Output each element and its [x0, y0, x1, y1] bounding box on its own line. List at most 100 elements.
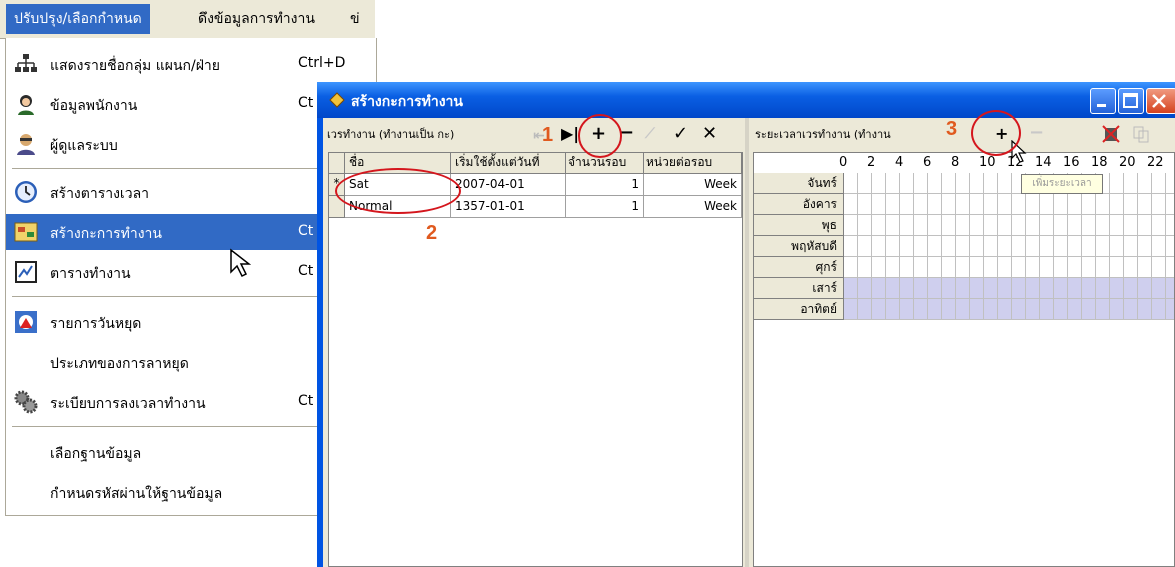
time-slot[interactable]	[1152, 173, 1166, 194]
time-slot[interactable]	[1124, 236, 1138, 257]
time-slot[interactable]	[886, 299, 900, 320]
time-slot[interactable]	[858, 278, 872, 299]
time-slot[interactable]	[872, 215, 886, 236]
time-slot[interactable]	[1054, 299, 1068, 320]
time-slot[interactable]	[1152, 194, 1166, 215]
time-slot[interactable]	[1124, 257, 1138, 278]
cell-start-date[interactable]: 2007-04-01	[451, 174, 566, 196]
time-slot[interactable]	[942, 215, 956, 236]
time-slot[interactable]	[998, 236, 1012, 257]
time-slot[interactable]	[1166, 194, 1174, 215]
time-slot[interactable]	[984, 278, 998, 299]
copy-icon[interactable]	[1132, 125, 1150, 143]
time-slot[interactable]	[928, 278, 942, 299]
time-slot[interactable]	[900, 215, 914, 236]
time-slot[interactable]	[858, 299, 872, 320]
time-slot[interactable]	[942, 236, 956, 257]
time-slot[interactable]	[998, 299, 1012, 320]
time-slot[interactable]	[1152, 299, 1166, 320]
time-slot[interactable]	[858, 257, 872, 278]
time-slot[interactable]	[886, 215, 900, 236]
time-slot[interactable]	[998, 215, 1012, 236]
time-slot[interactable]	[1054, 215, 1068, 236]
time-slot[interactable]	[914, 236, 928, 257]
time-slot[interactable]	[1040, 194, 1054, 215]
time-slot[interactable]	[1082, 299, 1096, 320]
time-slot[interactable]	[970, 257, 984, 278]
time-slot[interactable]	[858, 236, 872, 257]
time-slot[interactable]	[998, 257, 1012, 278]
panel-splitter[interactable]	[745, 118, 749, 567]
time-slot[interactable]	[1096, 299, 1110, 320]
time-slot[interactable]	[1082, 215, 1096, 236]
time-slot[interactable]	[1068, 236, 1082, 257]
time-slot[interactable]	[1152, 278, 1166, 299]
time-slot[interactable]	[970, 173, 984, 194]
cell-count[interactable]: 1	[566, 196, 644, 218]
time-slot[interactable]	[1082, 257, 1096, 278]
time-slot[interactable]	[1012, 257, 1026, 278]
time-slot[interactable]	[900, 173, 914, 194]
time-slot[interactable]	[900, 257, 914, 278]
time-slot[interactable]	[1068, 194, 1082, 215]
time-slot[interactable]	[844, 215, 858, 236]
time-slot[interactable]	[1026, 257, 1040, 278]
time-slot[interactable]	[1068, 299, 1082, 320]
remove-period-button[interactable]: −	[1029, 123, 1044, 143]
time-slot[interactable]	[928, 215, 942, 236]
time-slot[interactable]	[956, 278, 970, 299]
menu-settings[interactable]: ปรับปรุง/เลือกกำหนด	[6, 4, 150, 34]
time-slot[interactable]	[1138, 194, 1152, 215]
cell-start-date[interactable]: 1357-01-01	[451, 196, 566, 218]
close-button[interactable]	[1146, 88, 1175, 114]
time-slot[interactable]	[1026, 278, 1040, 299]
minimize-button[interactable]	[1090, 88, 1116, 114]
time-slot[interactable]	[1068, 278, 1082, 299]
time-slot[interactable]	[956, 236, 970, 257]
time-slot[interactable]	[1124, 278, 1138, 299]
time-slot[interactable]	[1026, 194, 1040, 215]
time-slot[interactable]	[1110, 215, 1124, 236]
time-slot[interactable]	[1040, 215, 1054, 236]
time-slot[interactable]	[970, 194, 984, 215]
time-slot[interactable]	[928, 173, 942, 194]
confirm-button[interactable]: ✓	[673, 124, 688, 144]
time-slot[interactable]	[844, 257, 858, 278]
column-header-unit[interactable]: หน่วยต่อรอบ	[644, 153, 742, 174]
cell-unit[interactable]: Week	[644, 174, 742, 196]
time-slot[interactable]	[1096, 236, 1110, 257]
time-slot[interactable]	[984, 257, 998, 278]
time-slot[interactable]	[1166, 236, 1174, 257]
time-slot[interactable]	[914, 278, 928, 299]
time-slot[interactable]	[1040, 299, 1054, 320]
time-slot[interactable]	[1096, 257, 1110, 278]
time-slot[interactable]	[970, 299, 984, 320]
time-slot[interactable]	[928, 194, 942, 215]
time-slot[interactable]	[956, 194, 970, 215]
time-slot[interactable]	[1166, 299, 1174, 320]
time-slot[interactable]	[1096, 215, 1110, 236]
time-slot[interactable]	[1040, 278, 1054, 299]
time-slot[interactable]	[998, 173, 1012, 194]
time-slot[interactable]	[1166, 257, 1174, 278]
time-slot[interactable]	[1138, 278, 1152, 299]
time-slot[interactable]	[872, 173, 886, 194]
menu-fetch-data[interactable]: ดึงข้อมูลการทำงาน	[190, 4, 323, 34]
time-slot[interactable]	[1124, 194, 1138, 215]
time-slot[interactable]	[956, 299, 970, 320]
column-header-start-date[interactable]: เริ่มใช้ตั้งแต่วันที่	[451, 153, 566, 174]
time-slot[interactable]	[1124, 299, 1138, 320]
time-slot[interactable]	[914, 299, 928, 320]
time-slot[interactable]	[1138, 173, 1152, 194]
time-slot[interactable]	[1110, 257, 1124, 278]
time-slot[interactable]	[886, 257, 900, 278]
time-slot[interactable]	[1096, 194, 1110, 215]
time-slot[interactable]	[1124, 215, 1138, 236]
time-slot[interactable]	[998, 194, 1012, 215]
window-title-bar[interactable]: สร้างกะการทำงาน	[317, 82, 1175, 118]
time-slot[interactable]	[914, 173, 928, 194]
time-slot[interactable]	[1054, 194, 1068, 215]
time-slot[interactable]	[942, 299, 956, 320]
menu-item-org-groups[interactable]: แสดงรายชื่อกลุ่ม แผนก/ฝ่าย Ctrl+D	[6, 46, 376, 82]
time-slot[interactable]	[858, 215, 872, 236]
